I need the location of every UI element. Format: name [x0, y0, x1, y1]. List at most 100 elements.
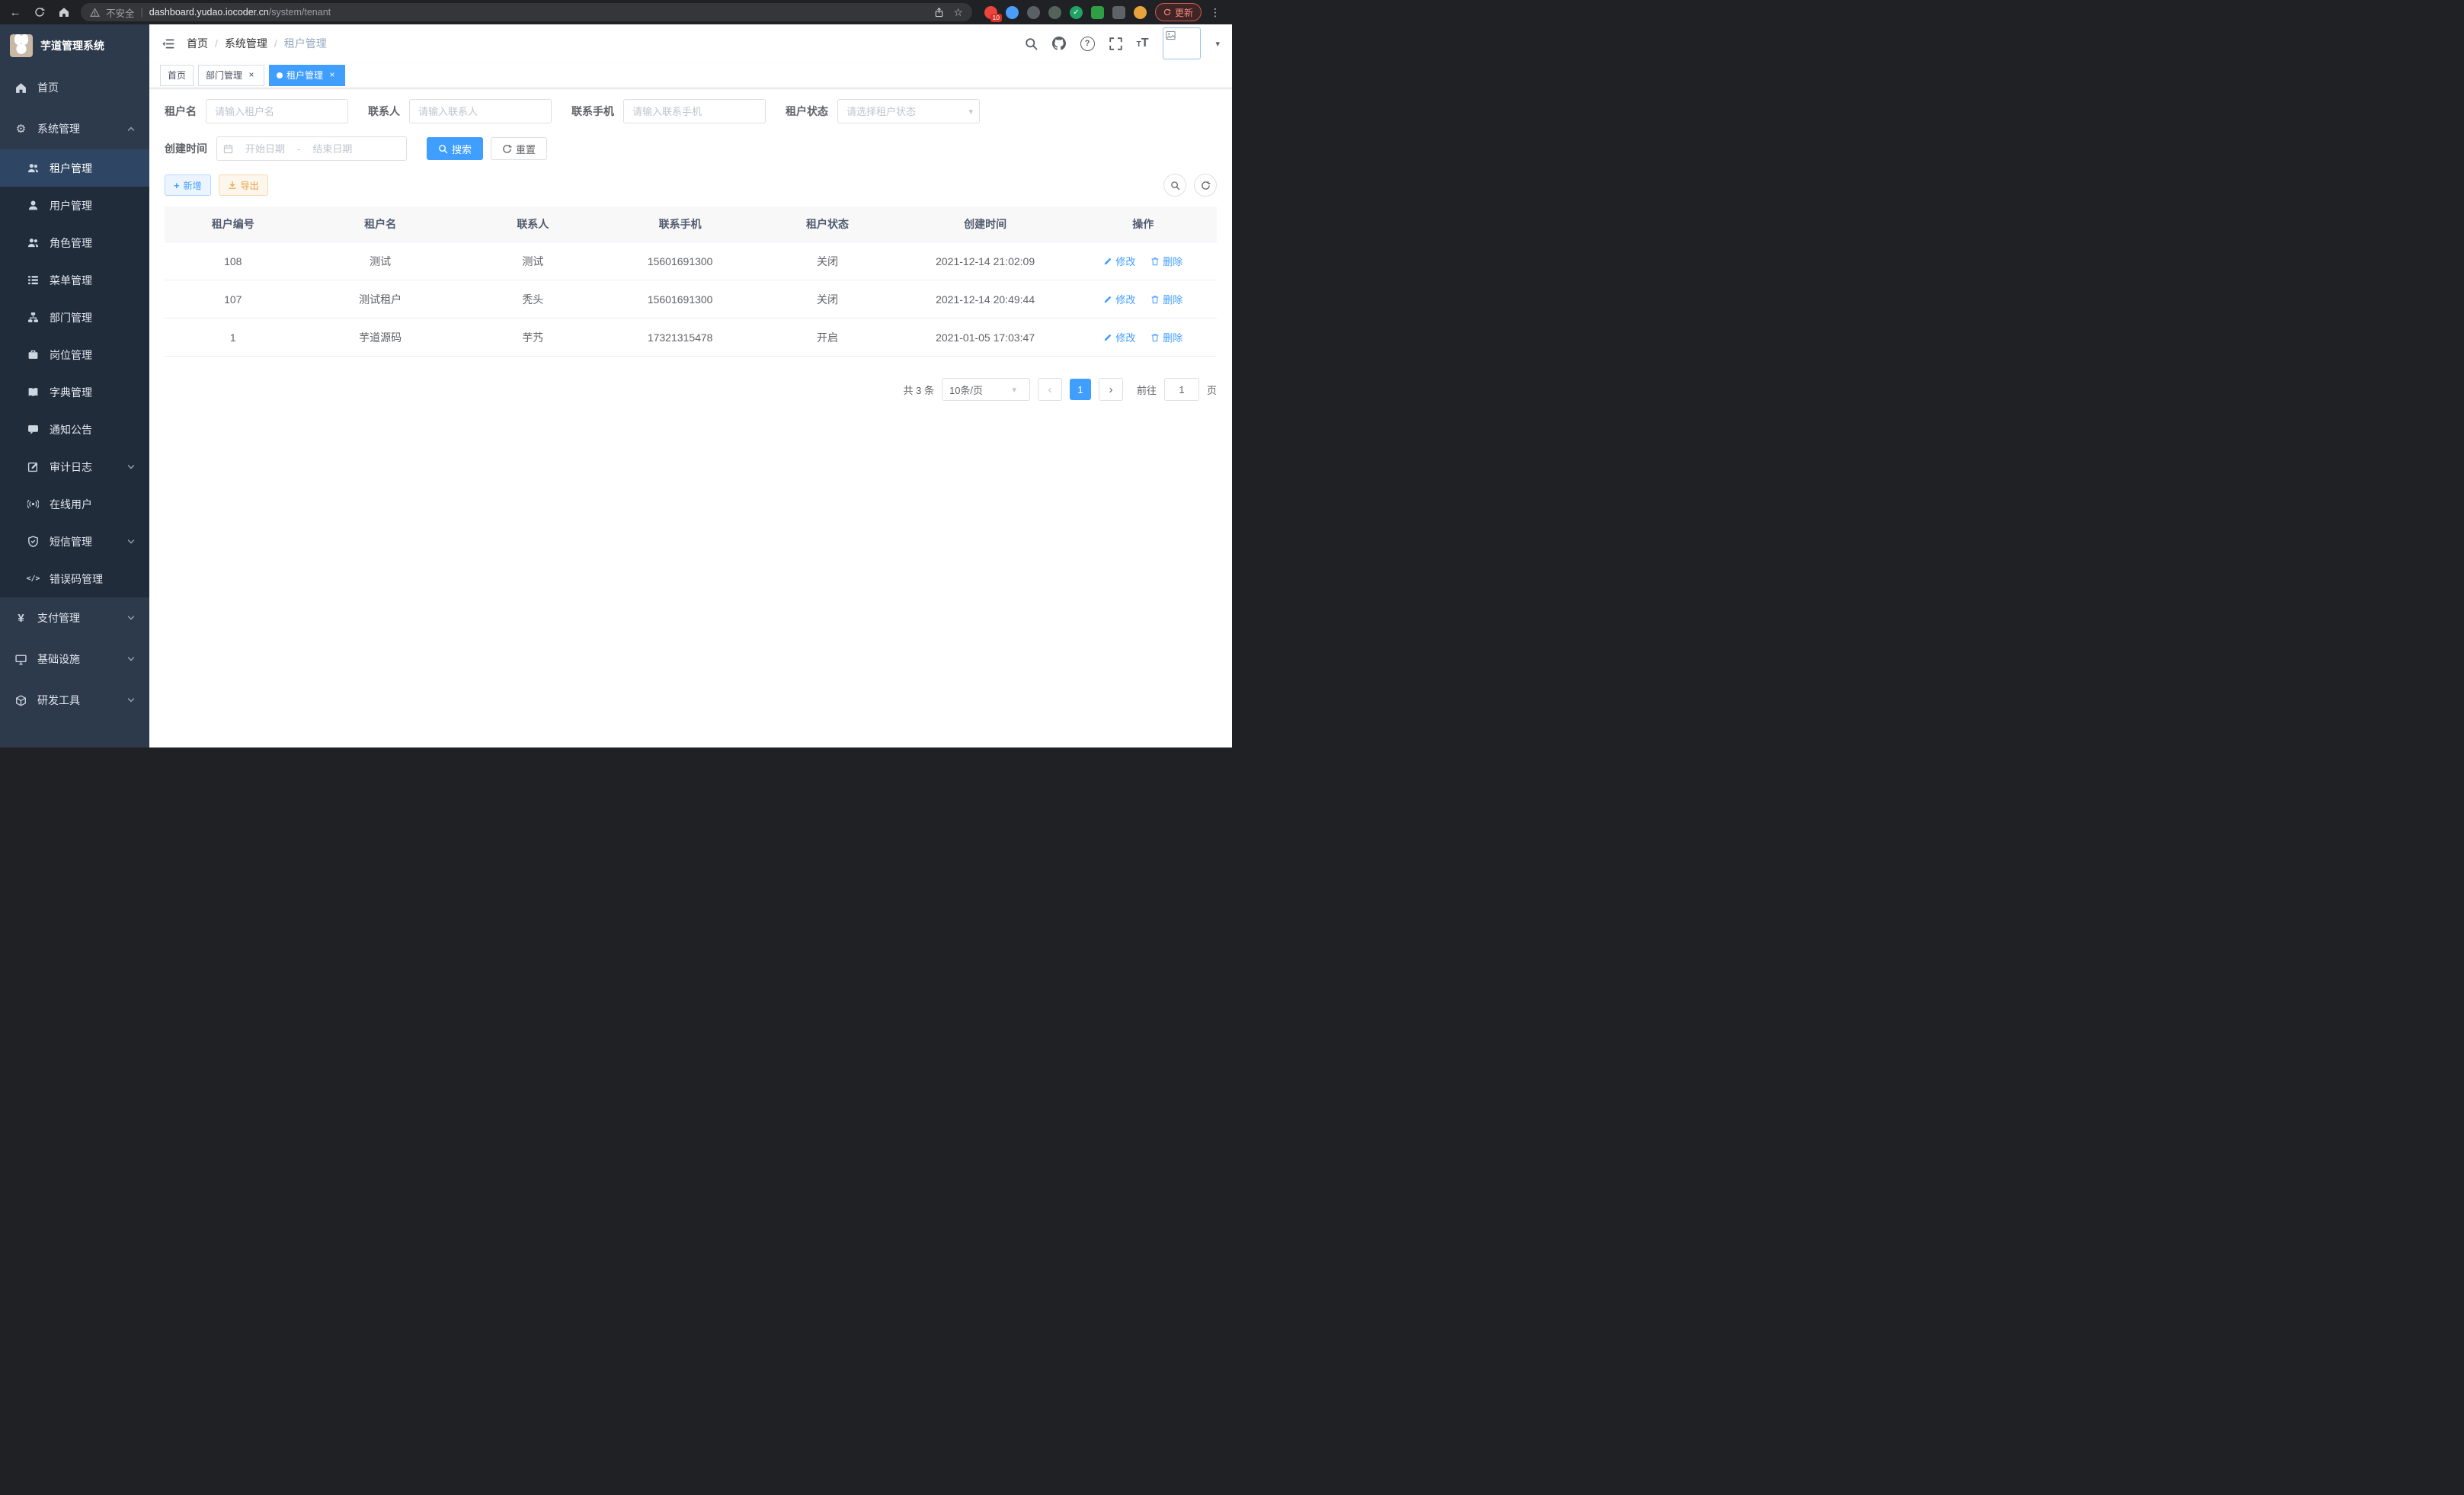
add-button[interactable]: + 新增 [165, 174, 211, 196]
sidebar-item-system[interactable]: ⚙ 系统管理 [0, 108, 149, 149]
browser-reload-icon[interactable] [32, 7, 47, 18]
prev-page-button[interactable]: ‹ [1038, 378, 1062, 401]
sidebar-item-label: 通知公告 [50, 422, 92, 437]
extensions-puzzle-icon[interactable] [1112, 6, 1125, 19]
extension-icon-6[interactable] [1091, 6, 1104, 19]
sidebar-item-label: 研发工具 [37, 693, 80, 708]
cell-actions: 修改 删除 [1070, 280, 1217, 319]
start-date-input[interactable] [236, 142, 294, 155]
edit-link[interactable]: 修改 [1103, 254, 1135, 268]
pagination: 共 3 条 10条/页 ▾ ‹ 1 › 前往 页 [165, 378, 1217, 401]
sidebar-item-role[interactable]: 角色管理 [0, 224, 149, 261]
tab-tenant[interactable]: 租户管理 × [269, 65, 345, 86]
browser-profile-avatar[interactable] [1134, 6, 1147, 19]
browser-back-icon[interactable]: ← [8, 6, 23, 19]
cell-status: 关闭 [754, 242, 901, 280]
update-label: 更新 [1175, 6, 1193, 19]
delete-link[interactable]: 删除 [1150, 292, 1182, 306]
share-icon[interactable] [934, 8, 944, 18]
sidebar-item-audit-log[interactable]: 审计日志 [0, 448, 149, 485]
date-range-picker[interactable]: - [216, 136, 407, 161]
reset-button[interactable]: 重置 [491, 137, 547, 160]
goto-page-input[interactable] [1164, 378, 1199, 401]
tenants-icon [27, 162, 40, 174]
goto-label: 前往 [1137, 383, 1157, 397]
refresh-table-button[interactable] [1194, 174, 1217, 197]
header-search-icon[interactable] [1025, 37, 1038, 50]
github-icon[interactable] [1052, 37, 1066, 50]
help-icon[interactable]: ? [1080, 37, 1095, 51]
tab-dept[interactable]: 部门管理 × [198, 65, 264, 86]
sidebar: 芋道管理系统 首页 ⚙ 系统管理 租户管理 用户管理 [0, 24, 149, 748]
cell-contact: 芋艿 [459, 319, 606, 357]
url-path: /system/tenant [269, 7, 331, 18]
cell-tenant-name: 测试租户 [302, 280, 459, 319]
extension-icon-2[interactable] [1006, 6, 1019, 19]
browser-menu-kebab-icon[interactable]: ⋮ [1210, 6, 1221, 19]
cell-status: 关闭 [754, 280, 901, 319]
tab-close-icon[interactable]: × [327, 70, 338, 81]
font-size-icon[interactable]: TT [1137, 37, 1149, 50]
bookmark-star-icon[interactable]: ☆ [953, 6, 963, 19]
system-submenu: 租户管理 用户管理 角色管理 菜单管理 部门管理 [0, 149, 149, 597]
cell-tenant-id: 108 [165, 242, 302, 280]
contact-input[interactable] [410, 106, 551, 117]
next-page-button[interactable]: › [1099, 378, 1123, 401]
status-select[interactable]: ▾ [837, 99, 980, 123]
sidebar-item-infra[interactable]: 基础设施 [0, 639, 149, 680]
chevron-down-icon [127, 614, 135, 622]
extension-icon-3[interactable] [1027, 6, 1040, 19]
page-size-select[interactable]: 10条/页 ▾ [942, 378, 1030, 401]
sidebar-item-post[interactable]: 岗位管理 [0, 336, 149, 373]
status-select-input[interactable] [838, 106, 968, 117]
add-label: 新增 [184, 179, 202, 192]
tenant-name-input[interactable] [206, 106, 347, 117]
extension-icon-1[interactable]: 10 [984, 6, 997, 19]
sidebar-item-online-users[interactable]: 在线用户 [0, 485, 149, 523]
sidebar-item-dept[interactable]: 部门管理 [0, 299, 149, 336]
sidebar-item-payment[interactable]: ¥ 支付管理 [0, 597, 149, 639]
home-icon [14, 82, 27, 94]
calendar-icon [223, 144, 233, 154]
edit-link[interactable]: 修改 [1103, 292, 1135, 306]
tab-home[interactable]: 首页 [160, 65, 194, 86]
sidebar-item-home[interactable]: 首页 [0, 67, 149, 108]
sidebar-item-menu[interactable]: 菜单管理 [0, 261, 149, 299]
toggle-search-button[interactable] [1163, 174, 1186, 197]
sidebar-item-dict[interactable]: 字典管理 [0, 373, 149, 411]
cell-mobile: 15601691300 [606, 242, 754, 280]
cell-actions: 修改 删除 [1070, 319, 1217, 357]
address-bar[interactable]: 不安全 | dashboard.yudao.iocoder.cn/system/… [81, 3, 972, 21]
sidebar-item-notice[interactable]: 通知公告 [0, 411, 149, 448]
export-button[interactable]: 导出 [219, 174, 268, 196]
sidebar-item-dev-tools[interactable]: 研发工具 [0, 680, 149, 721]
page-1-button[interactable]: 1 [1070, 379, 1091, 400]
sidebar-collapse-icon[interactable] [162, 37, 174, 50]
sidebar-item-user[interactable]: 用户管理 [0, 187, 149, 224]
sidebar-item-error-code[interactable]: </> 错误码管理 [0, 560, 149, 597]
chevron-up-icon [127, 125, 135, 133]
end-date-input[interactable] [303, 142, 361, 155]
breadcrumb-system: 系统管理 [225, 36, 267, 51]
delete-link[interactable]: 删除 [1150, 330, 1182, 344]
code-icon: </> [27, 575, 40, 583]
extension-icon-5[interactable]: ✓ [1070, 6, 1083, 19]
extension-icon-4[interactable] [1048, 6, 1061, 19]
breadcrumb-home[interactable]: 首页 [187, 36, 208, 51]
user-avatar[interactable] [1163, 27, 1201, 59]
avatar-caret-down-icon[interactable]: ▾ [1215, 39, 1220, 49]
tab-close-icon[interactable]: × [246, 70, 257, 81]
sidebar-item-label: 短信管理 [50, 534, 92, 549]
delete-link[interactable]: 删除 [1150, 254, 1182, 268]
sidebar-item-sms[interactable]: 短信管理 [0, 523, 149, 560]
fullscreen-icon[interactable] [1109, 37, 1122, 50]
browser-update-button[interactable]: 更新 [1155, 3, 1202, 21]
search-button[interactable]: 搜索 [427, 137, 483, 160]
cell-created: 2021-01-05 17:03:47 [901, 319, 1070, 357]
mobile-input[interactable] [624, 106, 765, 117]
app-logo[interactable]: 芋道管理系统 [0, 24, 149, 67]
cell-tenant-name: 芋道源码 [302, 319, 459, 357]
sidebar-item-tenant[interactable]: 租户管理 [0, 149, 149, 187]
edit-link[interactable]: 修改 [1103, 330, 1135, 344]
browser-home-icon[interactable] [56, 7, 72, 18]
